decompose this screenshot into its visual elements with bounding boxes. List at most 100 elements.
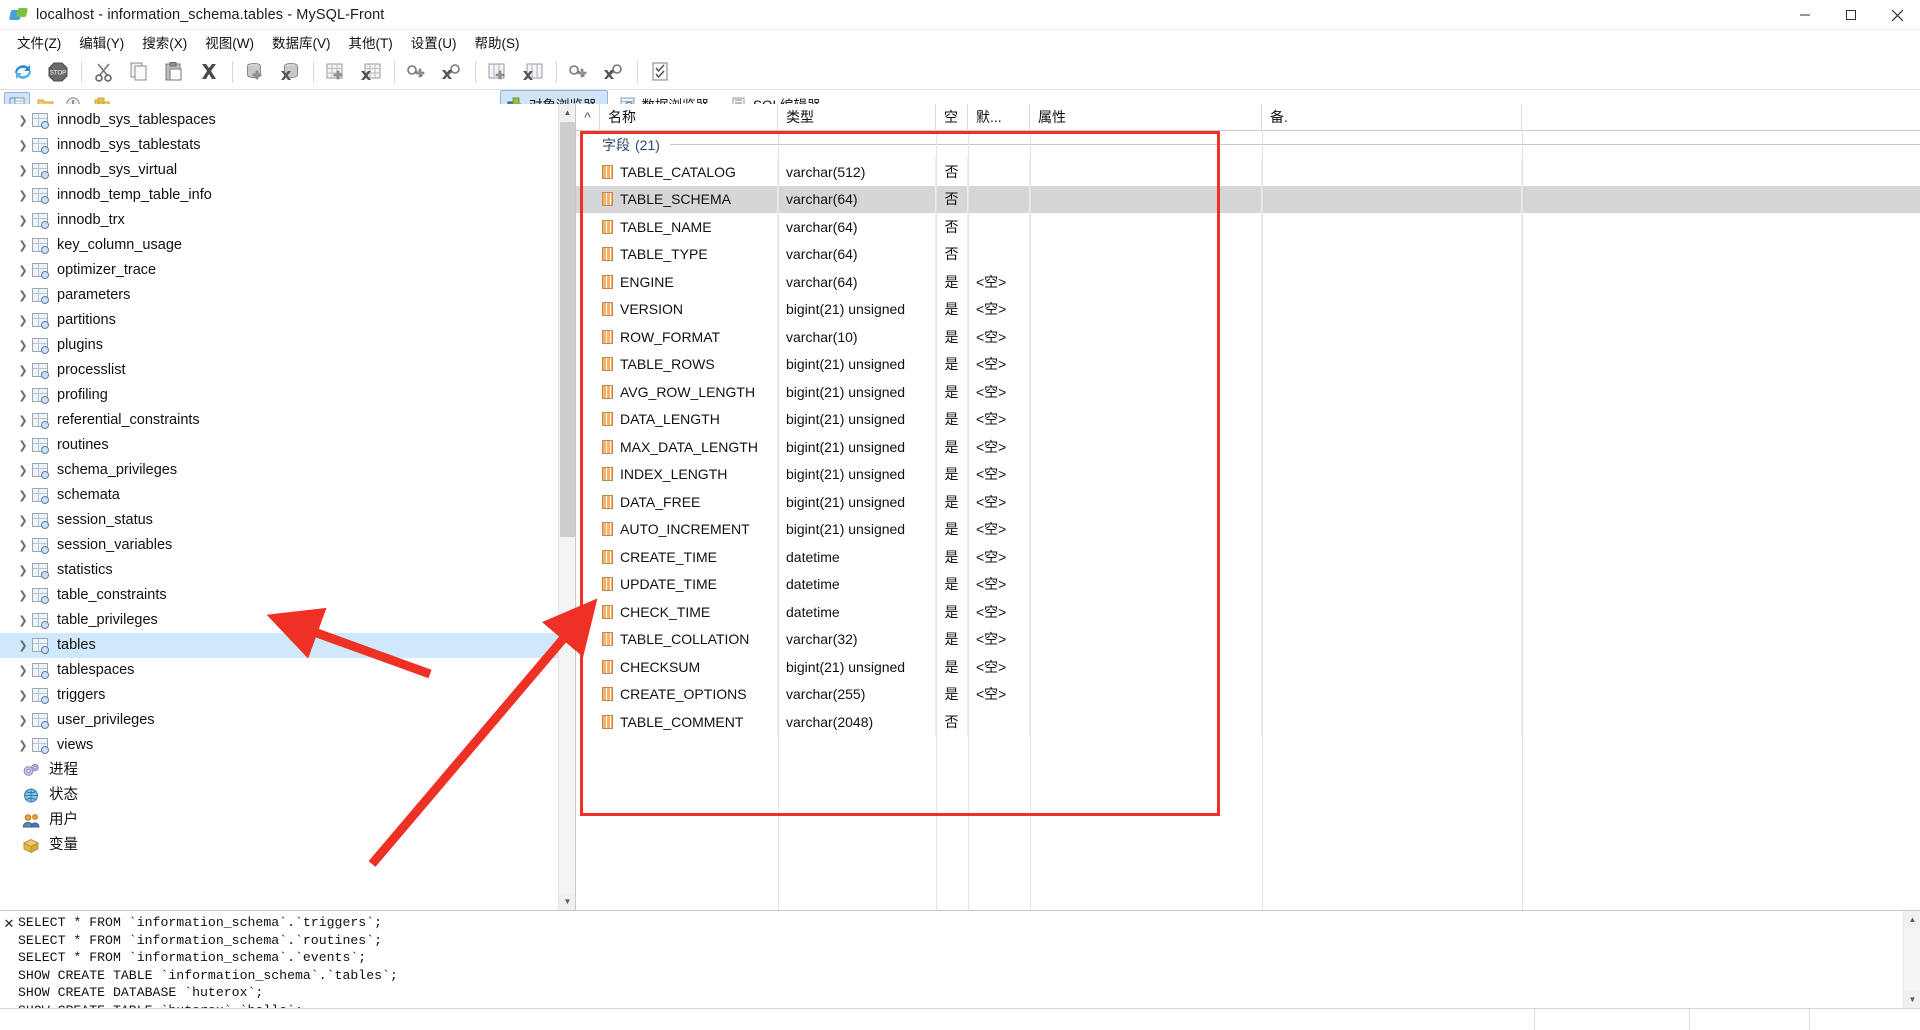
tree-scroll-thumb[interactable] [560, 122, 575, 537]
cell-type[interactable]: bigint(21) unsigned [778, 405, 936, 433]
grid-header-2[interactable]: 空 [936, 104, 968, 130]
cell-null[interactable]: 否 [936, 240, 968, 268]
cell-comment[interactable] [1262, 433, 1522, 461]
cell-field-name[interactable]: TABLE_NAME [600, 213, 778, 241]
cell-default[interactable]: <空> [968, 543, 1030, 571]
cell-comment[interactable] [1262, 268, 1522, 296]
cell-default[interactable]: <空> [968, 350, 1030, 378]
cell-attributes[interactable] [1030, 460, 1262, 488]
chevron-right-icon[interactable]: ❯ [14, 239, 32, 252]
tree-item-session_variables[interactable]: ❯ session_variables [0, 533, 575, 558]
cell-type[interactable]: bigint(21) unsigned [778, 515, 936, 543]
cell-field-name[interactable]: CHECK_TIME [600, 598, 778, 626]
cell-null[interactable]: 否 [936, 158, 968, 186]
cell-type[interactable]: varchar(255) [778, 680, 936, 708]
log-scroll-down-icon[interactable]: ▼ [1904, 991, 1920, 1008]
cell-default[interactable] [968, 240, 1030, 268]
add-index-icon[interactable] [562, 56, 596, 88]
cell-attributes[interactable] [1030, 378, 1262, 406]
tree-item-innodb_sys_tablestats[interactable]: ❯ innodb_sys_tablestats [0, 133, 575, 158]
cell-null[interactable]: 是 [936, 653, 968, 681]
tree-item-table_privileges[interactable]: ❯ table_privileges [0, 608, 575, 633]
cell-type[interactable]: varchar(10) [778, 323, 936, 351]
cell-default[interactable]: <空> [968, 433, 1030, 461]
chevron-right-icon[interactable]: ❯ [14, 264, 32, 277]
chevron-right-icon[interactable]: ❯ [14, 564, 32, 577]
cell-attributes[interactable] [1030, 433, 1262, 461]
chevron-right-icon[interactable]: ❯ [14, 364, 32, 377]
cell-comment[interactable] [1262, 295, 1522, 323]
grid-header-0[interactable]: 名称 [600, 104, 778, 130]
chevron-right-icon[interactable]: ❯ [14, 464, 32, 477]
tree-item-routines[interactable]: ❯ routines [0, 433, 575, 458]
cell-type[interactable]: varchar(64) [778, 213, 936, 241]
chevron-right-icon[interactable]: ❯ [14, 139, 32, 152]
tree-item-optimizer_trace[interactable]: ❯ optimizer_trace [0, 258, 575, 283]
tree-item-parameters[interactable]: ❯ parameters [0, 283, 575, 308]
add-database-icon[interactable] [238, 56, 272, 88]
cell-null[interactable]: 是 [936, 625, 968, 653]
tree-item-innodb_temp_table_info[interactable]: ❯ innodb_temp_table_info [0, 183, 575, 208]
cell-comment[interactable] [1262, 653, 1522, 681]
tree-item-innodb_sys_virtual[interactable]: ❯ innodb_sys_virtual [0, 158, 575, 183]
tree-item-user_privileges[interactable]: ❯ user_privileges [0, 708, 575, 733]
tree-item-schemata[interactable]: ❯ schemata [0, 483, 575, 508]
tree-item-schema_privileges[interactable]: ❯ schema_privileges [0, 458, 575, 483]
cell-type[interactable]: datetime [778, 598, 936, 626]
cell-attributes[interactable] [1030, 708, 1262, 736]
menu-edit[interactable]: 编辑(Y) [70, 30, 133, 54]
cell-null[interactable]: 是 [936, 268, 968, 296]
cell-comment[interactable] [1262, 598, 1522, 626]
tree-item-views[interactable]: ❯ views [0, 733, 575, 758]
chevron-right-icon[interactable]: ❯ [14, 739, 32, 752]
tree-item-session_status[interactable]: ❯ session_status [0, 508, 575, 533]
cell-null[interactable]: 是 [936, 433, 968, 461]
paste-icon[interactable] [157, 56, 191, 88]
cell-field-name[interactable]: ROW_FORMAT [600, 323, 778, 351]
cell-default[interactable]: <空> [968, 570, 1030, 598]
cell-default[interactable]: <空> [968, 598, 1030, 626]
chevron-right-icon[interactable]: ❯ [14, 289, 32, 302]
grid-body[interactable]: 字段 (21) TABLE_CATALOG varchar(512) 否 TABLE_SC… [576, 131, 1920, 910]
cell-type[interactable]: varchar(512) [778, 158, 936, 186]
log-scroll-up-icon[interactable]: ▲ [1904, 911, 1920, 928]
cell-default[interactable]: <空> [968, 405, 1030, 433]
add-key-icon[interactable] [400, 56, 434, 88]
chevron-right-icon[interactable]: ❯ [14, 539, 32, 552]
scroll-up-icon[interactable]: ▲ [559, 104, 575, 121]
cell-type[interactable]: datetime [778, 543, 936, 571]
cell-attributes[interactable] [1030, 653, 1262, 681]
cell-comment[interactable] [1262, 460, 1522, 488]
menu-help[interactable]: 帮助(S) [465, 30, 528, 54]
menu-database[interactable]: 数据库(V) [263, 30, 340, 54]
chevron-right-icon[interactable]: ❯ [14, 489, 32, 502]
cell-comment[interactable] [1262, 488, 1522, 516]
cell-attributes[interactable] [1030, 488, 1262, 516]
cell-field-name[interactable]: TABLE_COLLATION [600, 625, 778, 653]
cell-comment[interactable] [1262, 708, 1522, 736]
tree-item-变量[interactable]: 变量 [0, 833, 575, 858]
cell-attributes[interactable] [1030, 543, 1262, 571]
cell-default[interactable] [968, 158, 1030, 186]
cell-type[interactable]: bigint(21) unsigned [778, 460, 936, 488]
cell-comment[interactable] [1262, 158, 1522, 186]
cell-attributes[interactable] [1030, 240, 1262, 268]
cell-comment[interactable] [1262, 625, 1522, 653]
chevron-right-icon[interactable]: ❯ [14, 689, 32, 702]
cell-default[interactable]: <空> [968, 378, 1030, 406]
grid-header-4[interactable]: 属性 [1030, 104, 1262, 130]
cell-default[interactable]: <空> [968, 460, 1030, 488]
cell-default[interactable] [968, 185, 1030, 213]
cell-default[interactable] [968, 708, 1030, 736]
cell-field-name[interactable]: TABLE_ROWS [600, 350, 778, 378]
cell-default[interactable]: <空> [968, 323, 1030, 351]
cell-default[interactable]: <空> [968, 653, 1030, 681]
tree-item-statistics[interactable]: ❯ statistics [0, 558, 575, 583]
cell-type[interactable]: bigint(21) unsigned [778, 433, 936, 461]
cell-null[interactable]: 是 [936, 680, 968, 708]
check-table-icon[interactable] [643, 56, 677, 88]
cell-attributes[interactable] [1030, 268, 1262, 296]
cell-comment[interactable] [1262, 570, 1522, 598]
cell-attributes[interactable] [1030, 213, 1262, 241]
minimize-button[interactable] [1782, 0, 1828, 30]
